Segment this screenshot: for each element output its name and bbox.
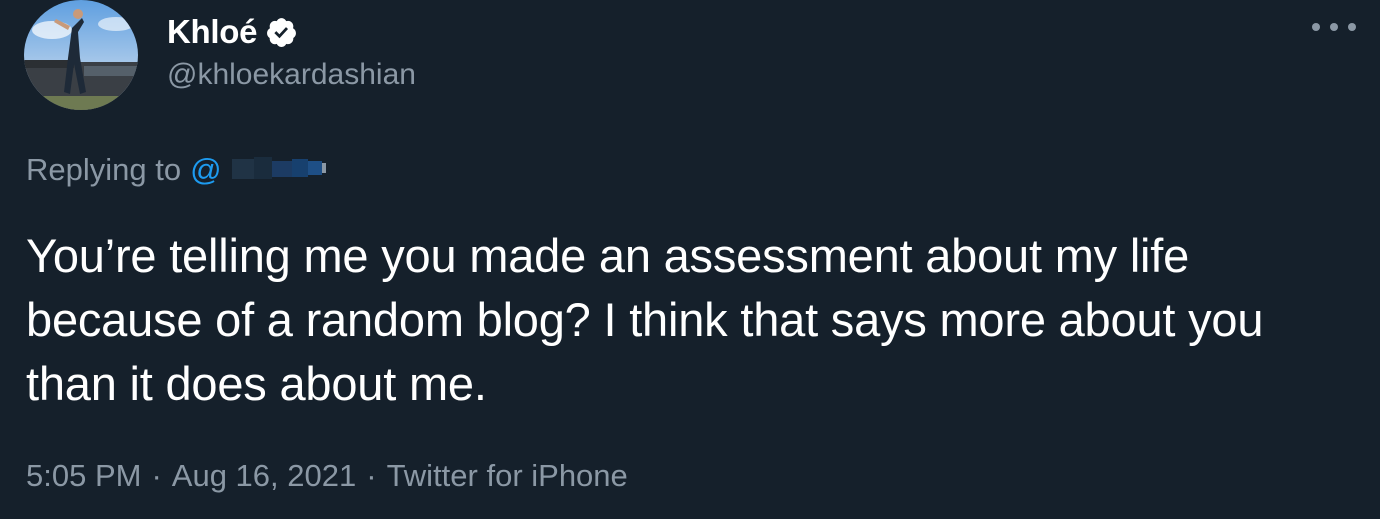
dot — [1312, 23, 1320, 31]
dot — [1330, 23, 1338, 31]
user-handle[interactable]: @khloekardashian — [167, 58, 416, 92]
avatar[interactable] — [24, 0, 138, 110]
reply-mention-text[interactable]: @ — [190, 152, 221, 187]
more-options-icon[interactable] — [1312, 12, 1356, 42]
redacted-username — [232, 153, 332, 179]
replying-to: Replying to @ — [26, 152, 332, 188]
dot — [1348, 23, 1356, 31]
tweet-card: Khloé @khloekardashian Replying to @ You… — [0, 0, 1380, 519]
profile-photo-icon — [24, 0, 138, 110]
tweet-metadata: 5:05 PM · Aug 16, 2021 · Twitter for iPh… — [26, 458, 628, 494]
tweet-source[interactable]: Twitter for iPhone — [387, 458, 628, 494]
display-name[interactable]: Khloé — [167, 13, 257, 51]
separator: · — [366, 458, 377, 493]
tweet-text: You’re telling me you made an assessment… — [26, 229, 1264, 410]
tweet-time[interactable]: 5:05 PM — [26, 458, 141, 494]
separator: · — [151, 458, 162, 493]
replying-to-label: Replying to — [26, 152, 182, 187]
tweet-date[interactable]: Aug 16, 2021 — [172, 458, 356, 494]
verified-badge-icon — [265, 16, 298, 49]
reply-mention-link[interactable]: @ — [190, 152, 332, 188]
author-name-row[interactable]: Khloé — [167, 10, 298, 54]
